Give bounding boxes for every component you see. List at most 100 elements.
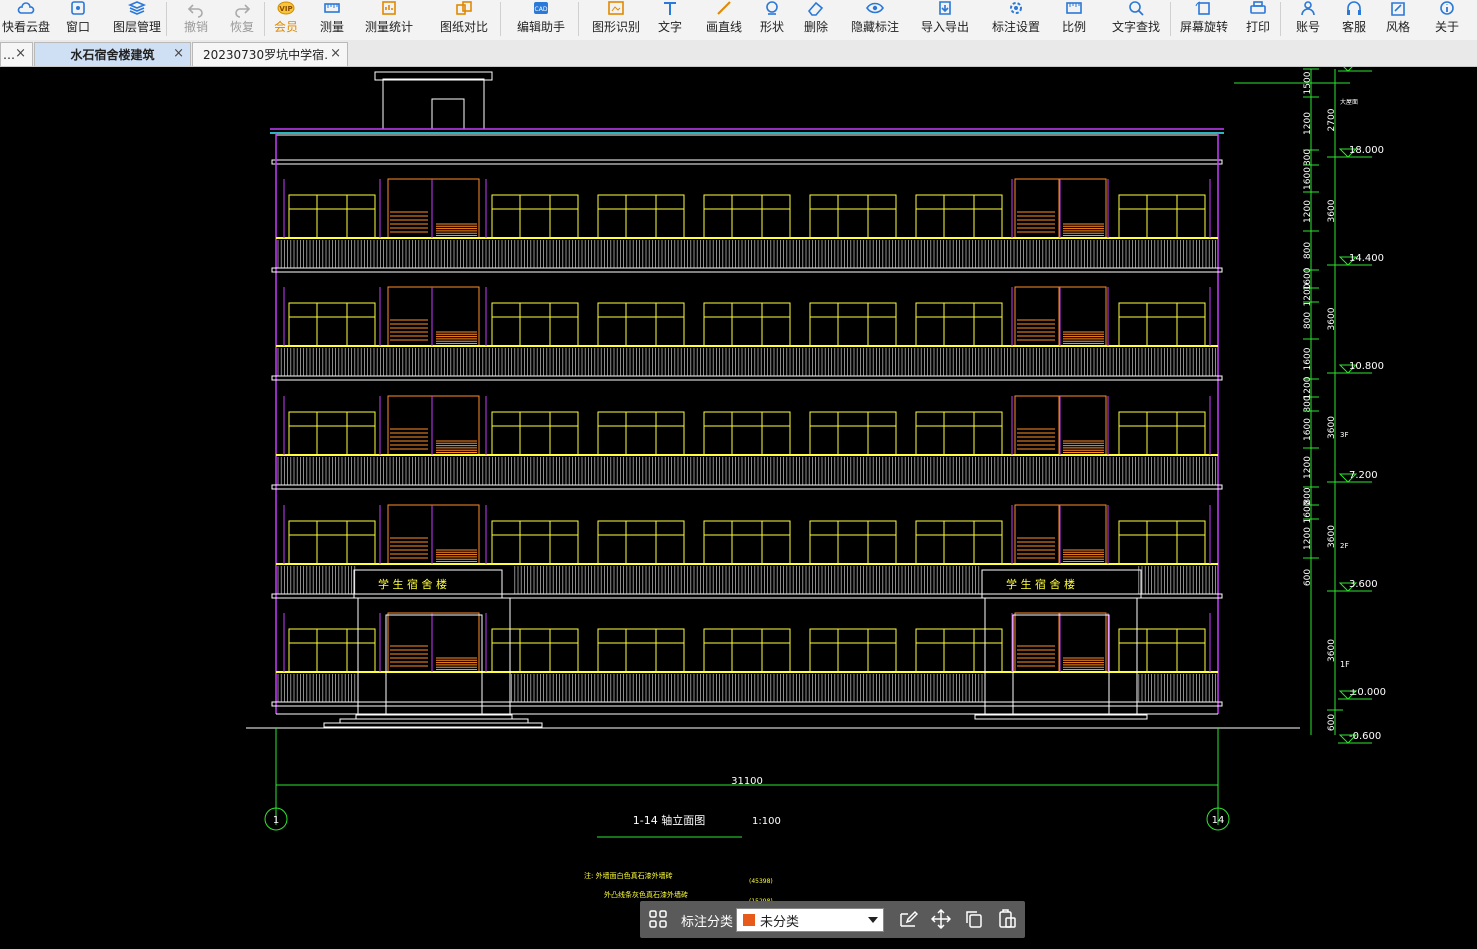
toolbar-button-eye[interactable]: 隐藏标注 (842, 0, 908, 40)
toolbar-button-headset[interactable]: 客服 (1334, 0, 1374, 40)
window (915, 520, 1003, 565)
toolbar-button-annotation-settings[interactable]: 标注设置 (982, 0, 1050, 40)
scale-icon (1066, 2, 1082, 14)
toolbar-button-eraser[interactable]: 删除 (796, 0, 836, 40)
tab-overflow-label: … (3, 47, 15, 62)
window (288, 628, 376, 673)
toolbar-button-vip[interactable]: VIP 会员 (266, 0, 306, 40)
toolbar-button-label: 图纸对比 (439, 20, 488, 34)
chevron-down-icon[interactable] (868, 917, 878, 923)
toolbar-button-label: 测量 (319, 20, 344, 34)
toolbar-button-style[interactable]: 风格 (1378, 0, 1418, 40)
toolbar-button-edit-assistant[interactable]: CAD 编辑助手 (506, 0, 576, 40)
toolbar-button-line[interactable]: 画直线 (694, 0, 754, 40)
annotation-category-select[interactable]: 未分类 (736, 908, 884, 932)
text-icon (664, 2, 676, 15)
window (491, 194, 579, 239)
line-icon (717, 1, 731, 15)
toolbar-button-label: 关于 (1434, 20, 1459, 34)
toolbar-button-label: 标注设置 (991, 20, 1040, 34)
dimension-text-vertical: 600 (1327, 714, 1337, 731)
import-export-icon (939, 1, 951, 15)
level-value: 20.700 (1349, 67, 1384, 70)
window (703, 302, 791, 347)
axis-label-end: 14 (1212, 815, 1225, 826)
window (915, 194, 1003, 239)
toolbar-button-text[interactable]: 文字 (650, 0, 690, 40)
close-icon[interactable]: × (15, 46, 26, 61)
window (491, 628, 579, 673)
measure-stats-icon (382, 1, 396, 15)
toolbar-button-print[interactable]: 打印 (1238, 0, 1278, 40)
stair-opening (387, 178, 480, 239)
dimension-text-vertical: 800 (1303, 242, 1313, 259)
grid-icon[interactable] (648, 909, 668, 929)
toolbar-button-user[interactable]: 账号 (1288, 0, 1328, 40)
dimension-text-vertical: 1600 (1303, 167, 1313, 190)
window (597, 411, 685, 456)
dimension-text-vertical: 1500 (1303, 71, 1313, 94)
cad-elevation-drawing[interactable]: 学 生 宿 舍 楼 学 生 宿 舍 楼 31100 1 14 1-14 轴立面图 1:100… (0, 67, 1477, 949)
floor-label: 1F (1340, 660, 1350, 669)
toolbar-button-window[interactable]: 窗口 (58, 0, 98, 40)
tab-shuishi-dormitory[interactable]: 水石宿舍楼建筑 × (34, 42, 191, 66)
close-icon[interactable]: × (173, 46, 184, 61)
toolbar-button-label: 会员 (273, 20, 298, 34)
toolbar-button-label: 恢复 (229, 20, 254, 34)
window (288, 411, 376, 456)
drawing-title: 1-14 轴立面图 (633, 813, 705, 827)
toolbar-button-shape-recognition[interactable]: 图形识别 (582, 0, 650, 40)
toolbar-button-info[interactable]: 关于 (1424, 0, 1470, 40)
window (809, 520, 897, 565)
window (597, 194, 685, 239)
toolbar-button-label: 测量统计 (364, 20, 413, 34)
annotation-float-toolbar: 标注分类 未分类 (640, 901, 1025, 938)
copy-icon[interactable] (964, 909, 984, 929)
move-icon[interactable] (931, 909, 951, 929)
floor-slab (271, 593, 1223, 599)
tab-label: 20230730罗坑中学宿… (203, 48, 328, 62)
shape-recognition-icon (608, 1, 624, 15)
floor-slab (271, 484, 1223, 490)
cloud-icon (17, 2, 35, 14)
toolbar-button-layers[interactable]: 图层管理 (110, 0, 164, 40)
layers-icon (127, 1, 147, 15)
toolbar-button-cloud[interactable]: 快看云盘 (0, 0, 52, 40)
tab-overflow[interactable]: … × (0, 42, 33, 66)
paste-icon[interactable] (997, 909, 1017, 929)
toolbar-separator (1280, 2, 1281, 36)
dimension-text-vertical: 3600 (1327, 416, 1337, 439)
dimension-text-vertical: 800 (1303, 149, 1313, 166)
close-icon[interactable]: × (330, 46, 341, 61)
window (1118, 411, 1206, 456)
dimension-text-vertical: 600 (1303, 569, 1313, 586)
toolbar-button-undo[interactable]: 撤销 (176, 0, 216, 40)
toolbar-button-redo[interactable]: 恢复 (222, 0, 262, 40)
stair-opening (387, 504, 480, 565)
annotation-settings-icon (1010, 2, 1022, 14)
dimension-text-vertical: 1200 (1303, 283, 1313, 306)
toolbar-button-rotate[interactable]: 屏幕旋转 (1170, 0, 1238, 40)
toolbar-button-ruler[interactable]: 测量 (312, 0, 352, 40)
stair-opening (387, 612, 480, 673)
toolbar-button-text-search[interactable]: 文字查找 (1104, 0, 1168, 40)
toolbar-button-import-export[interactable]: 导入导出 (912, 0, 978, 40)
toolbar-button-shape[interactable]: 形状 (752, 0, 792, 40)
user-icon (1301, 1, 1315, 16)
level-value: 7.200 (1349, 470, 1378, 481)
toolbar-button-measure-stats[interactable]: 测量统计 (356, 0, 422, 40)
window (1118, 194, 1206, 239)
drawing-canvas[interactable]: 学 生 宿 舍 楼 学 生 宿 舍 楼 31100 1 14 1-14 轴立面图 1:100… (0, 67, 1477, 949)
tab-luokeng-school[interactable]: 20230730罗坑中学宿… × (192, 42, 348, 66)
window (491, 302, 579, 347)
toolbar-button-label: 撤销 (183, 20, 208, 34)
toolbar-button-compare[interactable]: 图纸对比 (430, 0, 498, 40)
floor-slab (271, 375, 1223, 381)
toolbar-button-label: 客服 (1341, 20, 1366, 34)
window (915, 628, 1003, 673)
toolbar-button-label: 编辑助手 (516, 20, 565, 34)
floor-slab (271, 701, 1223, 707)
edit-icon[interactable] (898, 909, 918, 929)
toolbar-button-scale[interactable]: 比例 (1054, 0, 1094, 40)
eraser-icon (807, 1, 824, 16)
